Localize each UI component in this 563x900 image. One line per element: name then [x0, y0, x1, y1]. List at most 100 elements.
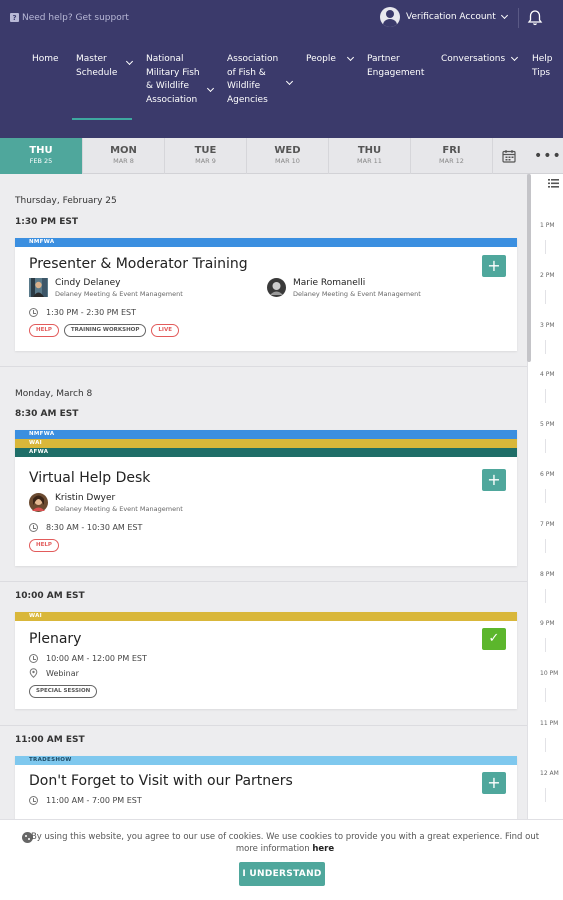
date-tab[interactable]: THU MAR 11 [329, 138, 411, 174]
event-location: Webinar [29, 668, 79, 678]
event-card[interactable]: NMFWA Presenter & Moderator Training + C… [15, 238, 517, 351]
date-tab[interactable]: TUE MAR 9 [165, 138, 247, 174]
event-title[interactable]: Presenter & Moderator Training [29, 256, 248, 272]
chevron-down-icon [500, 11, 508, 19]
cookie-message: By using this website, you agree to our … [30, 832, 540, 854]
timeline-hour-label: 2 PM [540, 271, 555, 279]
help-link[interactable]: ? Need help? Get support [10, 13, 129, 23]
help-text: Need help? Get support [22, 12, 129, 23]
event-time: 10:00 AM - 12:00 PM EST [29, 654, 147, 663]
tag[interactable]: SPECIAL SESSION [29, 685, 98, 698]
nav-people[interactable]: People [306, 53, 355, 67]
date-tab-date: MAR 10 [275, 157, 300, 165]
add-to-schedule-button[interactable]: + [482, 772, 506, 794]
tag[interactable]: HELP [29, 539, 59, 552]
account-menu[interactable]: Verification Account [380, 7, 508, 27]
clock-icon [29, 654, 38, 663]
cookie-text: By using this website, you agree to our … [20, 831, 550, 855]
timeline-hour-label: 6 PM [540, 471, 555, 478]
top-bar: ? Need help? Get support Verification Ac… [0, 0, 563, 35]
timeline-hour-label: 1 PM [540, 222, 555, 229]
day-header: Thursday, February 25 [15, 196, 117, 206]
section-divider [0, 725, 527, 726]
speaker-org: Delaney Meeting & Event Management [293, 290, 421, 298]
event-time: 1:30 PM - 2:30 PM EST [29, 308, 136, 317]
timeline-hour-label: 7 PM [540, 520, 555, 528]
add-icon: + [487, 256, 501, 275]
event-card[interactable]: WAI Plenary ✓ 10:00 AM - 12:00 PM EST We… [15, 612, 517, 709]
tag[interactable]: LIVE [151, 324, 179, 337]
section-divider [0, 366, 527, 367]
nav-nmfwa[interactable]: National Military Fish & Wildlife Associ… [146, 53, 215, 107]
tag[interactable]: TRAINING WORKSHOP [63, 324, 147, 337]
nav-afwa[interactable]: Association of Fish & Wildlife Agencies [227, 53, 294, 107]
event-time-text: 11:00 AM - 7:00 PM EST [46, 796, 142, 805]
chevron-down-icon [285, 77, 294, 86]
main-nav: Home Master Schedule National Military F… [0, 35, 563, 138]
timeline-hour-label: 5 PM [540, 421, 555, 429]
event-title[interactable]: Don't Forget to Visit with our Partners [29, 773, 293, 789]
date-tab[interactable]: FRI MAR 12 [411, 138, 493, 174]
date-tab-day: THU [29, 145, 53, 156]
nav-help-tips-label: Help Tips [532, 54, 553, 78]
event-tags: HELP [29, 539, 59, 552]
added-to-schedule-button[interactable]: ✓ [482, 628, 506, 650]
check-icon: ✓ [488, 631, 500, 646]
event-title[interactable]: Virtual Help Desk [29, 470, 150, 486]
add-to-schedule-button[interactable]: + [482, 469, 506, 491]
section-divider [0, 581, 527, 582]
date-tab[interactable]: MON MAR 8 [83, 138, 165, 174]
time-header: 1:30 PM EST [15, 217, 78, 227]
date-tab-day: TUE [194, 145, 217, 156]
scrollbar-thumb[interactable] [527, 174, 531, 362]
event-tags: SPECIAL SESSION [29, 685, 98, 698]
active-nav-indicator [72, 118, 132, 120]
nav-partner-engagement-label: Partner Engagement [367, 54, 425, 78]
date-tab-date: MAR 11 [357, 157, 382, 165]
event-card[interactable]: NMFWA WAI AFWA Virtual Help Desk + Krist… [15, 430, 517, 566]
speaker-photo [29, 493, 48, 512]
nav-partner-engagement[interactable]: Partner Engagement [367, 53, 425, 80]
nav-people-label: People [306, 54, 336, 64]
speaker[interactable]: Kristin Dwyer Delaney Meeting & Event Ma… [29, 493, 183, 514]
speaker[interactable]: Cindy Delaney Delaney Meeting & Event Ma… [29, 278, 183, 299]
nav-home[interactable]: Home [32, 53, 59, 67]
more-options-icon[interactable]: ••• [534, 149, 562, 163]
tag[interactable]: HELP [29, 324, 59, 337]
timeline-hour-label: 4 PM [540, 371, 555, 379]
timeline-hour-tick [545, 588, 546, 603]
bell-icon[interactable] [527, 9, 543, 27]
calendar-icon[interactable] [502, 149, 516, 163]
date-tab[interactable]: WED MAR 10 [247, 138, 329, 174]
nav-home-label: Home [32, 54, 59, 64]
event-title[interactable]: Plenary [29, 631, 81, 647]
date-tab-day: THU [357, 145, 382, 156]
location-pin-icon [29, 668, 38, 678]
speaker-photo [267, 278, 286, 297]
accept-cookies-button[interactable]: I UNDERSTAND [239, 862, 325, 886]
speaker[interactable]: Marie Romanelli Delaney Meeting & Event … [267, 278, 421, 299]
add-to-schedule-button[interactable]: + [482, 255, 506, 277]
speaker-name: Kristin Dwyer [55, 493, 116, 503]
nav-help-tips[interactable]: Help Tips [532, 53, 560, 80]
date-tab-date: MAR 8 [113, 157, 134, 165]
nav-master-schedule[interactable]: Master Schedule [76, 53, 134, 80]
speaker-name: Marie Romanelli [293, 278, 366, 288]
date-tab-day: WED [274, 145, 301, 156]
timeline-hour-label: 8 PM [540, 570, 555, 578]
event-band: WAI [15, 439, 517, 448]
date-tab[interactable]: THU FEB 25 [0, 138, 83, 174]
timeline-hour-tick [545, 489, 546, 503]
topbar-divider [518, 8, 519, 28]
time-header: 10:00 AM EST [15, 591, 85, 601]
cookie-more-info-link[interactable]: here [312, 844, 334, 854]
timeline-hour-tick [545, 787, 546, 802]
date-tab-day: FRI [442, 145, 461, 156]
list-view-icon[interactable] [548, 179, 559, 188]
nav-conversations[interactable]: Conversations [441, 53, 519, 67]
event-time-text: 8:30 AM - 10:30 AM EST [46, 523, 143, 532]
clock-icon [29, 308, 38, 317]
event-time: 11:00 AM - 7:00 PM EST [29, 796, 142, 805]
speaker-org: Delaney Meeting & Event Management [55, 290, 183, 298]
nav-conversations-label: Conversations [441, 54, 506, 64]
